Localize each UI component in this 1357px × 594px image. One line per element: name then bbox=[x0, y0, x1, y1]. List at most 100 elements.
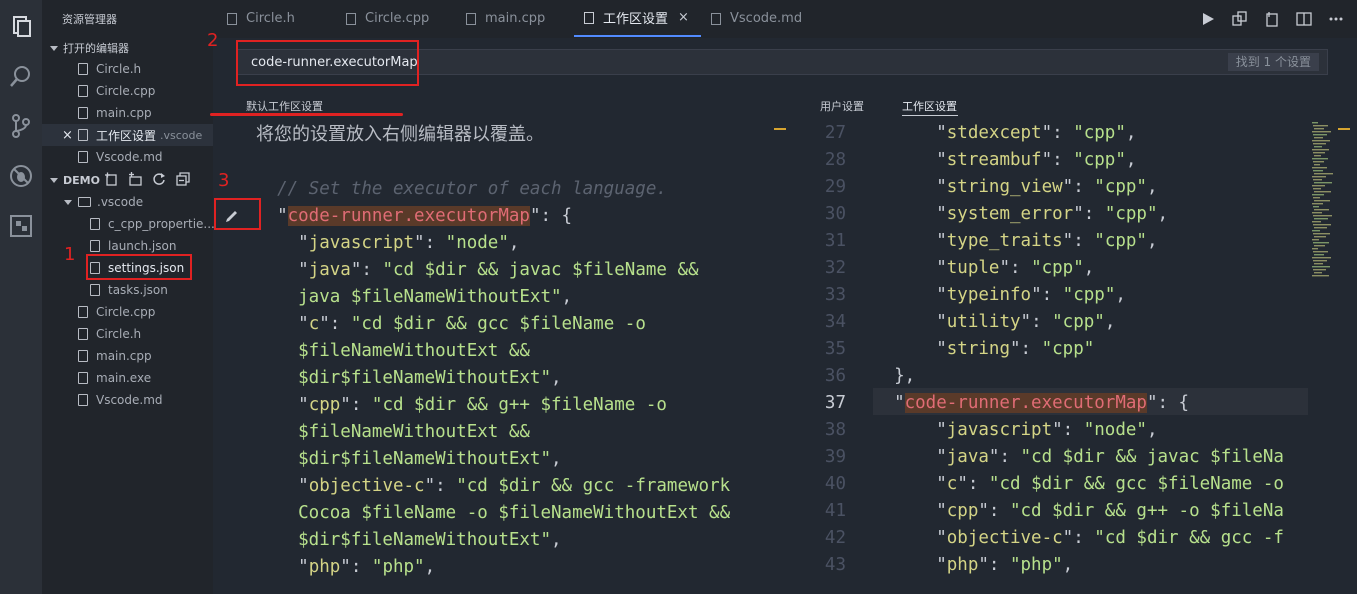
code-line: "utility": "cpp", bbox=[873, 309, 1284, 336]
minimap-line bbox=[1312, 203, 1323, 205]
minimap-line bbox=[1313, 134, 1327, 136]
code-token: "node" bbox=[1083, 420, 1147, 440]
code-token: , bbox=[1146, 231, 1158, 251]
minimap-line bbox=[1314, 236, 1326, 238]
code-token: c bbox=[946, 474, 958, 494]
code-token: , bbox=[1104, 312, 1116, 332]
code-line: // Set the executor of each language. bbox=[256, 176, 730, 203]
open-editor-item[interactable]: main.cpp bbox=[42, 102, 213, 124]
split-editor-icon[interactable] bbox=[1295, 10, 1313, 28]
file-icon bbox=[78, 372, 88, 384]
editor-actions bbox=[1199, 10, 1345, 28]
close-icon[interactable]: × bbox=[678, 10, 689, 25]
default-settings-code[interactable]: // Set the executor of each language. "c… bbox=[256, 176, 730, 581]
line-number: 32 bbox=[824, 258, 846, 278]
open-editor-item[interactable]: Circle.h bbox=[42, 58, 213, 80]
tab-main-cpp[interactable]: main.cpp bbox=[466, 0, 545, 37]
minimap-line bbox=[1313, 260, 1327, 262]
code-token: ": bbox=[978, 555, 1010, 575]
file-item[interactable]: tasks.json bbox=[42, 279, 213, 301]
demo-folder-header[interactable]: DEMO bbox=[50, 174, 100, 187]
code-token: php bbox=[308, 557, 341, 577]
code-token: $fileNameWithoutExt && bbox=[256, 341, 530, 361]
search-icon[interactable] bbox=[5, 60, 37, 92]
code-line: $fileNameWithoutExt && bbox=[256, 338, 730, 365]
code-token: cpp bbox=[308, 395, 341, 415]
code-token: , bbox=[551, 530, 562, 550]
code-token: ": bbox=[1041, 150, 1074, 170]
file-item[interactable]: Vscode.md bbox=[42, 389, 213, 411]
code-token: "cpp" bbox=[1094, 231, 1147, 251]
code-token: java $fileNameWithoutExt" bbox=[256, 287, 562, 307]
more-actions-icon[interactable] bbox=[1327, 10, 1345, 28]
file-item[interactable]: main.exe bbox=[42, 367, 213, 389]
open-settings-json-icon[interactable] bbox=[1263, 10, 1281, 28]
code-token: // Set the executor of each language. bbox=[256, 179, 667, 199]
code-token: "cd $dir && javac $fileName && bbox=[382, 260, 699, 280]
new-file-icon[interactable] bbox=[104, 172, 118, 186]
new-folder-icon[interactable] bbox=[128, 172, 142, 186]
tab-circle-h[interactable]: Circle.h bbox=[227, 0, 295, 37]
code-token: " bbox=[873, 312, 947, 332]
code-token: " bbox=[873, 420, 947, 440]
tab-user-settings[interactable]: 用户设置 bbox=[820, 98, 864, 114]
tab-workspace-settings[interactable]: 工作区设置 × bbox=[574, 0, 701, 37]
minimap-line bbox=[1314, 155, 1321, 157]
file-label: tasks.json bbox=[108, 283, 168, 297]
code-token: , bbox=[1125, 150, 1137, 170]
refresh-icon[interactable] bbox=[152, 172, 166, 186]
code-token: ": bbox=[1052, 420, 1084, 440]
open-editor-label: Circle.cpp bbox=[96, 84, 156, 98]
annotation-number: 3 bbox=[218, 170, 230, 191]
code-token: " bbox=[256, 476, 309, 496]
code-line: "php": "php", bbox=[873, 552, 1284, 579]
code-token: string bbox=[946, 339, 1010, 359]
tab-circle-cpp[interactable]: Circle.cpp bbox=[346, 0, 429, 37]
code-token: ": bbox=[424, 476, 457, 496]
line-number: 43 bbox=[824, 555, 846, 575]
code-token: , bbox=[1157, 204, 1169, 224]
line-number: 35 bbox=[824, 339, 846, 359]
code-line: "type_traits": "cpp", bbox=[873, 228, 1284, 255]
chevron-down-icon bbox=[50, 178, 58, 183]
run-icon[interactable] bbox=[1199, 10, 1217, 28]
code-token: "cd $dir && javac $fileNa bbox=[1020, 447, 1284, 467]
open-changes-icon[interactable] bbox=[1231, 10, 1249, 28]
file-item[interactable]: main.cpp bbox=[42, 345, 213, 367]
collapse-all-icon[interactable] bbox=[176, 172, 190, 186]
folder-vscode[interactable]: .vscode bbox=[42, 191, 213, 213]
tab-vscode-md[interactable]: Vscode.md bbox=[711, 0, 802, 37]
minimap-line bbox=[1313, 233, 1330, 235]
open-editor-item-active[interactable]: × 工作区设置 .vscode bbox=[42, 124, 213, 146]
tab-workspace-settings-panel[interactable]: 工作区设置 bbox=[902, 98, 957, 114]
close-icon[interactable]: × bbox=[62, 128, 78, 143]
source-control-icon[interactable] bbox=[5, 110, 37, 142]
code-token: "cd $dir && gcc $fileName -o bbox=[988, 474, 1284, 494]
file-item[interactable]: Circle.h bbox=[42, 323, 213, 345]
extensions-icon[interactable] bbox=[5, 210, 37, 242]
file-item[interactable]: Circle.cpp bbox=[42, 301, 213, 323]
explorer-icon[interactable] bbox=[5, 10, 37, 42]
minimap-line bbox=[1312, 122, 1318, 124]
annotation-box-settings bbox=[86, 254, 192, 280]
minimap-line bbox=[1312, 167, 1327, 169]
code-line: "cpp": "cd $dir && g++ $fileName -o bbox=[256, 392, 730, 419]
open-editors-header[interactable]: 打开的编辑器 bbox=[50, 40, 129, 56]
minimap-line bbox=[1313, 224, 1331, 226]
code-token: "node" bbox=[445, 233, 509, 253]
line-number: 30 bbox=[824, 204, 846, 224]
debug-icon[interactable] bbox=[5, 160, 37, 192]
file-icon bbox=[78, 328, 88, 340]
file-item[interactable]: c_cpp_propertie... bbox=[42, 213, 215, 235]
open-editor-item[interactable]: Circle.cpp bbox=[42, 80, 213, 102]
file-icon bbox=[711, 12, 721, 25]
open-editor-item[interactable]: Vscode.md bbox=[42, 146, 213, 168]
folder-icon bbox=[78, 197, 91, 207]
workspace-settings-code[interactable]: "stdexcept": "cpp", "streambuf": "cpp", … bbox=[873, 120, 1284, 579]
code-line: java $fileNameWithoutExt", bbox=[256, 284, 730, 311]
activity-bar bbox=[0, 0, 42, 594]
minimap[interactable] bbox=[1308, 122, 1336, 282]
line-number: 34 bbox=[824, 312, 846, 332]
code-token: objective-c bbox=[946, 528, 1063, 548]
code-line: "stdexcept": "cpp", bbox=[873, 120, 1284, 147]
